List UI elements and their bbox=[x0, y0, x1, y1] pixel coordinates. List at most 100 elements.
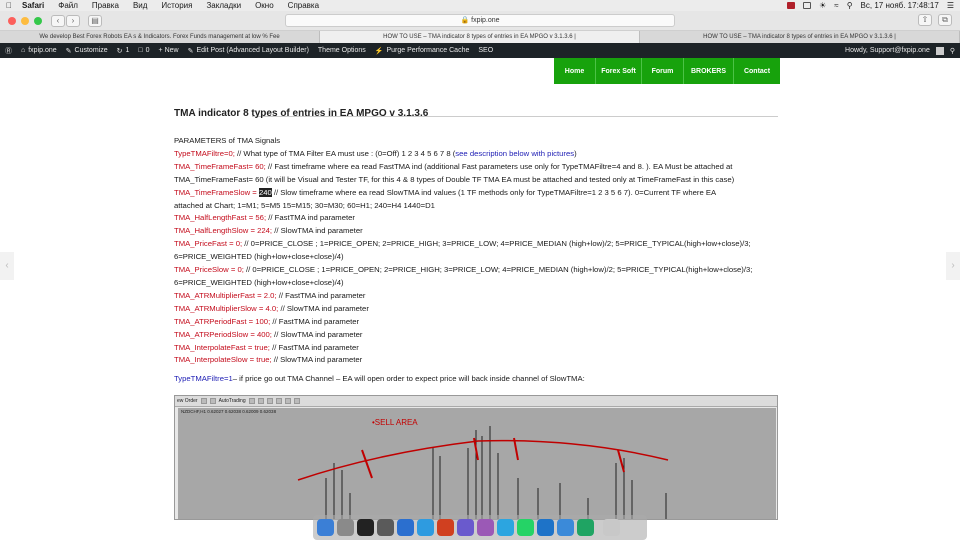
wp-updates-link[interactable]: ↻ 1 bbox=[117, 47, 130, 55]
launchpad-icon[interactable] bbox=[337, 519, 354, 536]
camtasia-icon[interactable] bbox=[577, 519, 594, 536]
wp-edit-post-link[interactable]: ✎ Edit Post (Advanced Layout Builder) bbox=[188, 47, 309, 55]
trash-icon[interactable] bbox=[603, 519, 620, 536]
wp-admin-bar: Ⓡ ⌂ fxpip.one ✎ Customize ↻ 1 □ 0 + New ✎ Edi… bbox=[0, 43, 960, 58]
param-desc: // What type of TMA Filter EA must use :… bbox=[234, 148, 456, 158]
param-name: TMA_ATRPeriodFast = 100; bbox=[174, 316, 271, 326]
param-desc: // SlowTMA ind parameter bbox=[278, 303, 369, 313]
param-name: TMA_PriceFast = 0; bbox=[174, 239, 243, 249]
wp-comments-link[interactable]: □ 0 bbox=[138, 47, 149, 54]
wp-howdy-link[interactable]: Howdy, Support@fxpip.one bbox=[845, 47, 930, 54]
address-bar[interactable]: 🔒 fxpip.one bbox=[285, 14, 675, 27]
param-line: TMA_HalfLengthSlow = 224; // SlowTMA ind… bbox=[174, 225, 786, 238]
search-menubar-icon[interactable]: ⚲ bbox=[847, 1, 853, 10]
music-icon[interactable] bbox=[457, 519, 474, 536]
param-line: TMA_TimeFrameSlow = 240 // Slow timefram… bbox=[174, 187, 786, 200]
photo-booth-icon[interactable] bbox=[437, 519, 454, 536]
wp-seo-link[interactable]: SEO bbox=[478, 47, 493, 54]
wp-customize-link[interactable]: ✎ Customize bbox=[66, 47, 108, 55]
nav-brokers[interactable]: BROKERS bbox=[684, 58, 734, 84]
window-icon[interactable] bbox=[803, 2, 812, 9]
param-name: TMA_HalfLengthFast = 56; bbox=[174, 213, 267, 223]
record-icon[interactable] bbox=[787, 2, 796, 9]
prev-post-arrow[interactable]: ‹ bbox=[0, 252, 14, 280]
avatar[interactable] bbox=[935, 46, 944, 55]
tab-tma-howto-2[interactable]: HOW TO USE – TMA indicator 8 types of en… bbox=[640, 31, 960, 43]
menu-bookmarks[interactable]: Закладки bbox=[206, 1, 241, 10]
menu-app-safari[interactable]: Safari bbox=[22, 1, 44, 10]
back-button[interactable]: ‹ bbox=[51, 14, 65, 27]
sidebar-icon[interactable]: ▤ bbox=[88, 14, 102, 27]
type1-description: TypeTMAFiltre=1– if price go out TMA Cha… bbox=[174, 373, 786, 386]
wp-purge-label: Purge Performance Cache bbox=[386, 47, 470, 54]
menu-view[interactable]: Вид bbox=[133, 1, 147, 10]
forward-button[interactable]: › bbox=[66, 14, 80, 27]
system-preferences-icon[interactable] bbox=[377, 519, 394, 536]
param-desc: // Slow timeframe where ea read SlowTMA … bbox=[271, 187, 717, 197]
macos-menubar:  Safari Файл Правка Вид История Закладк… bbox=[0, 0, 960, 11]
menu-history[interactable]: История bbox=[161, 1, 192, 10]
finder-icon[interactable] bbox=[317, 519, 334, 536]
wordpress-logo-icon[interactable]: Ⓡ bbox=[5, 46, 12, 56]
nav-forex-soft[interactable]: Forex Soft bbox=[596, 58, 642, 84]
share-icon[interactable]: ⇧ bbox=[918, 14, 932, 26]
param-line: 6=PRICE_WEIGHTED (high+low+close+close)/… bbox=[174, 277, 344, 287]
post-content: TMA indicator 8 types of entries in EA M… bbox=[174, 105, 786, 386]
whatsapp-icon[interactable] bbox=[517, 519, 534, 536]
safari-icon[interactable] bbox=[417, 519, 434, 536]
zoom-window-button[interactable] bbox=[34, 16, 42, 25]
menu-help[interactable]: Справка bbox=[288, 1, 319, 10]
sell-arrow bbox=[361, 449, 373, 479]
toolbar-icon bbox=[266, 398, 273, 404]
wp-customize-label: Customize bbox=[74, 47, 108, 54]
podcasts-icon[interactable] bbox=[477, 519, 494, 536]
xcode-icon[interactable] bbox=[557, 519, 574, 536]
param-line: TMA_InterpolateFast = true; // FastTMA i… bbox=[174, 342, 786, 355]
description-link[interactable]: see description below with pictures bbox=[455, 149, 574, 158]
tab-fxpip-home[interactable]: We develop Best Forex Robots EA s & Indi… bbox=[0, 31, 320, 43]
wp-theme-options-link[interactable]: Theme Options bbox=[318, 47, 366, 54]
menu-file[interactable]: Файл bbox=[58, 1, 78, 10]
comment-icon: □ bbox=[138, 47, 143, 54]
menu-edit[interactable]: Правка bbox=[92, 1, 119, 10]
nav-contact[interactable]: Contact bbox=[734, 58, 780, 84]
terminal-icon[interactable] bbox=[357, 519, 374, 536]
param-line: TMA_HalfLengthFast = 56; // FastTMA ind … bbox=[174, 212, 786, 225]
app-store-icon[interactable] bbox=[397, 519, 414, 536]
clock[interactable]: Вс, 17 нояб. 17:48:17 bbox=[861, 1, 939, 10]
telegram-icon[interactable] bbox=[497, 519, 514, 536]
sell-area-label: •SELL AREA bbox=[372, 418, 418, 427]
nav-home[interactable]: Home bbox=[554, 58, 596, 84]
nav-forum[interactable]: Forum bbox=[642, 58, 684, 84]
close-window-button[interactable] bbox=[8, 16, 16, 25]
next-post-arrow[interactable]: › bbox=[946, 252, 960, 280]
param-desc: // SlowTMA ind parameter bbox=[271, 355, 363, 365]
post-title: TMA indicator 8 types of entries in EA M… bbox=[174, 108, 429, 119]
pencil-icon: ✎ bbox=[187, 47, 194, 55]
wp-new-link[interactable]: + New bbox=[159, 47, 179, 54]
site-navigation: Home Forex Soft Forum BROKERS Contact bbox=[554, 58, 780, 84]
param-name: TMA_ATRMultiplierFast = 2.0; bbox=[174, 290, 277, 300]
tabs-overview-icon[interactable]: ⧉ bbox=[938, 14, 952, 26]
refresh-icon: ↻ bbox=[116, 47, 123, 55]
param-desc: // 0=PRICE_CLOSE ; 1=PRICE_OPEN; 2=PRICE… bbox=[243, 265, 753, 275]
param-desc: // SlowTMA ind parameter bbox=[271, 329, 363, 339]
brightness-icon[interactable]: ☀ bbox=[819, 1, 826, 10]
menu-window[interactable]: Окно bbox=[255, 1, 274, 10]
param-name: TMA_PriceSlow = 0; bbox=[174, 265, 244, 275]
param-desc-end: ) bbox=[574, 148, 577, 158]
param-line: TMA_ATRPeriodFast = 100; // FastTMA ind … bbox=[174, 316, 786, 329]
wifi-icon[interactable]: ≈ bbox=[834, 1, 838, 10]
apple-icon[interactable]:  bbox=[6, 1, 12, 10]
brush-icon: ✎ bbox=[65, 47, 72, 55]
notification-icon[interactable]: ☰ bbox=[947, 1, 954, 10]
search-icon[interactable]: ⚲ bbox=[950, 47, 955, 55]
minimize-window-button[interactable] bbox=[21, 16, 29, 25]
tab-tma-howto-1[interactable]: HOW TO USE – TMA indicator 8 types of en… bbox=[320, 31, 640, 43]
wp-purge-cache-link[interactable]: ⚡ Purge Performance Cache bbox=[375, 47, 470, 55]
param-desc: // FastTMA ind parameter bbox=[270, 316, 360, 326]
selected-text[interactable]: 240 bbox=[258, 187, 272, 197]
mt4-icon[interactable] bbox=[537, 519, 554, 536]
param-name: TypeTMAFiltre=1 bbox=[174, 374, 233, 384]
wp-site-link[interactable]: ⌂ fxpip.one bbox=[21, 47, 57, 54]
